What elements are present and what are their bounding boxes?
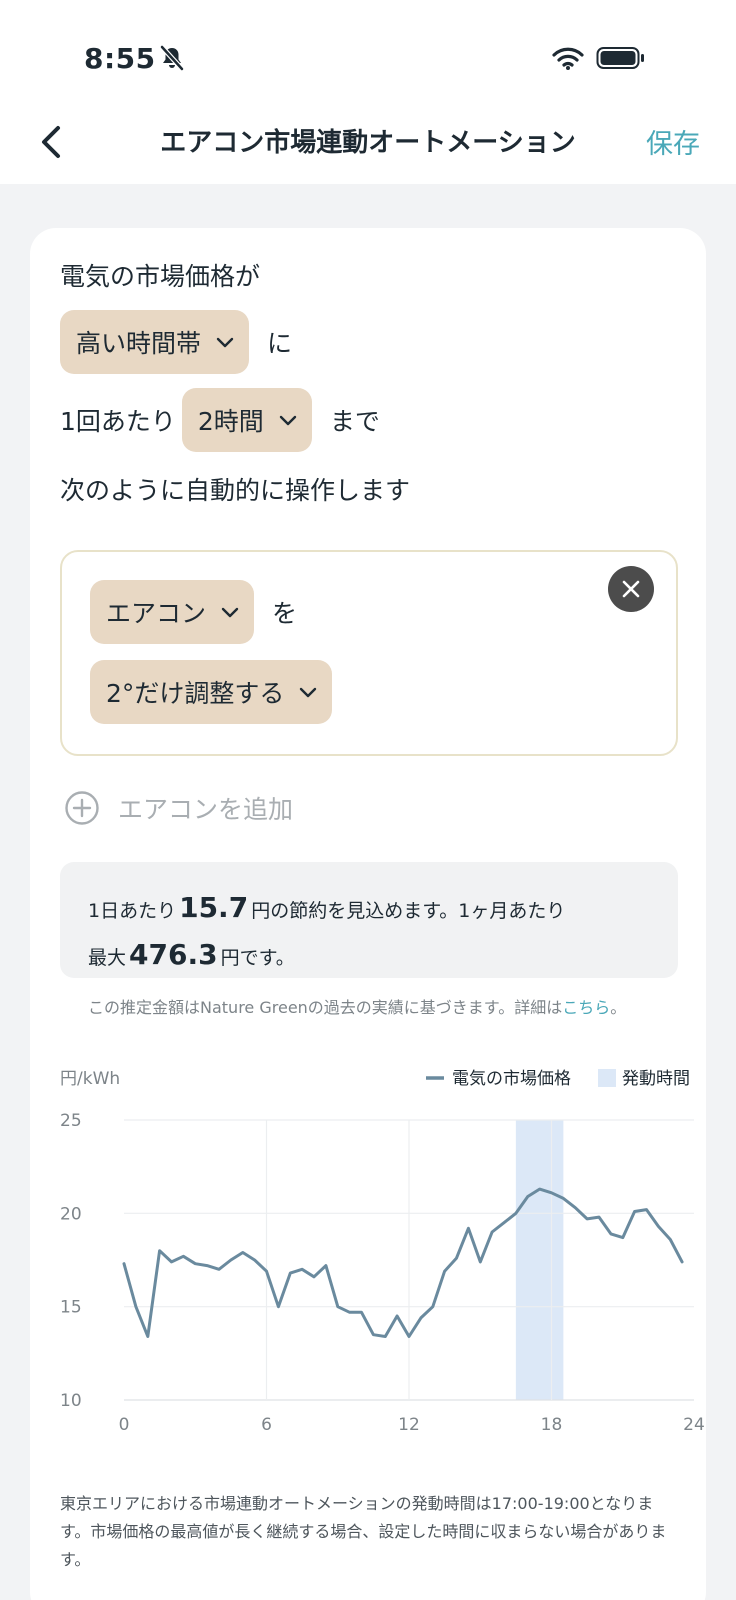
legend-label-active: 発動時間 bbox=[622, 1069, 690, 1089]
y-tick-label: 15 bbox=[60, 1298, 82, 1318]
disclaimer-text: この推定金額はNature Greenの過去の実績に基づきます。詳細は bbox=[88, 998, 563, 1017]
action-box: エアコン を 2°だけ調整する bbox=[60, 550, 678, 756]
footer-note: 東京エリアにおける市場連動オートメーションの発動時間は17:00-19:00とな… bbox=[60, 1494, 667, 1569]
x-tick-label: 24 bbox=[683, 1415, 705, 1435]
timeband-suffix: に bbox=[267, 329, 293, 358]
chevron-down-icon bbox=[221, 607, 239, 618]
savings-line-1: 1日あたり 15.7 円の節約を見込めます。1ヶ月あたり bbox=[88, 886, 650, 933]
device-value: エアコン bbox=[106, 599, 207, 628]
y-tick-label: 20 bbox=[60, 1204, 82, 1224]
duration-value: 2時間 bbox=[197, 407, 264, 436]
x-tick-label: 0 bbox=[119, 1415, 130, 1435]
x-tick-label: 18 bbox=[541, 1415, 563, 1435]
back-chevron-icon[interactable] bbox=[36, 122, 68, 162]
wifi-icon bbox=[552, 47, 584, 70]
x-tick-label: 12 bbox=[398, 1415, 420, 1435]
price-series-line bbox=[122, 1187, 684, 1338]
add-device-label: エアコンを追加 bbox=[118, 795, 294, 824]
status-bar: 8:55 bbox=[0, 0, 736, 100]
savings-text-2: 円の節約を見込めます。1ヶ月あたり bbox=[251, 900, 566, 922]
status-time: 8:55 bbox=[84, 42, 156, 75]
device-dropdown[interactable]: エアコン bbox=[90, 580, 255, 644]
page-title: エアコン市場連動オートメーション bbox=[160, 128, 576, 158]
close-icon bbox=[622, 580, 640, 598]
condition-intro: 電気の市場価格が bbox=[60, 258, 260, 292]
chevron-down-icon bbox=[300, 687, 317, 698]
price-chart: 25 20 15 10 0 6 12 18 24 円/kWh 電気の市場価格 発動時間 bbox=[60, 1069, 705, 1435]
active-period-band bbox=[515, 1120, 564, 1400]
nav-bar: エアコン市場連動オートメーション 保存 bbox=[0, 100, 736, 184]
operation-dropdown[interactable]: 2°だけ調整する bbox=[90, 660, 333, 724]
x-tick-label: 6 bbox=[261, 1415, 272, 1435]
y-tick-label: 10 bbox=[60, 1391, 82, 1411]
plus-circle-icon bbox=[65, 791, 99, 825]
estimate-disclaimer: この推定金額はNature Greenの過去の実績に基づきます。詳細はこちら。 bbox=[88, 994, 678, 1022]
disclaimer-end: 。 bbox=[610, 998, 627, 1017]
timeband-value: 高い時間帯 bbox=[76, 329, 202, 358]
automation-card: 電気の市場価格が 高い時間帯 に 1回あたり 2時間 まで 次のように自動的に操… bbox=[30, 228, 706, 1600]
details-link[interactable]: こちら bbox=[562, 998, 610, 1017]
timeband-dropdown[interactable]: 高い時間帯 bbox=[60, 310, 250, 374]
savings-estimate: 1日あたり 15.7 円の節約を見込めます。1ヶ月あたり 最大 476.3 円です。 bbox=[60, 862, 678, 978]
action-operation-row: 2°だけ調整する bbox=[90, 660, 333, 724]
monthly-savings-value: 476.3 bbox=[129, 938, 218, 971]
savings-line-2: 最大 476.3 円です。 bbox=[88, 933, 650, 980]
y-tick-label: 25 bbox=[60, 1111, 82, 1131]
condition-duration-row: 1回あたり 2時間 まで bbox=[60, 388, 380, 452]
battery-icon bbox=[596, 47, 644, 69]
duration-prefix: 1回あたり bbox=[60, 407, 176, 436]
duration-dropdown[interactable]: 2時間 bbox=[181, 388, 312, 452]
y-axis-label: 円/kWh bbox=[60, 1069, 120, 1089]
condition-intro-text: 電気の市場価格が bbox=[60, 262, 261, 291]
device-particle: を bbox=[272, 599, 298, 628]
chevron-down-icon bbox=[216, 337, 234, 348]
action-device-row: エアコン を bbox=[90, 580, 297, 644]
savings-text-4: 円です。 bbox=[220, 947, 295, 969]
legend-band-swatch bbox=[598, 1069, 616, 1087]
operation-value: 2°だけ調整する bbox=[106, 679, 285, 708]
duration-suffix: まで bbox=[329, 407, 380, 436]
add-device-button[interactable]: エアコンを追加 bbox=[64, 790, 293, 826]
save-button[interactable]: 保存 bbox=[646, 122, 700, 161]
remove-action-button[interactable] bbox=[608, 566, 654, 612]
chevron-down-icon bbox=[279, 415, 297, 426]
daily-savings-value: 15.7 bbox=[179, 891, 249, 924]
condition-line-3-text: 次のように自動的に操作します bbox=[60, 476, 411, 505]
savings-text-1: 1日あたり bbox=[88, 900, 177, 922]
condition-timeband-row: 高い時間帯 に bbox=[60, 310, 292, 374]
legend-label-price: 電気の市場価格 bbox=[452, 1069, 571, 1089]
bell-muted-icon bbox=[160, 45, 184, 71]
condition-line-3: 次のように自動的に操作します bbox=[60, 472, 410, 506]
savings-text-3: 最大 bbox=[88, 947, 127, 969]
